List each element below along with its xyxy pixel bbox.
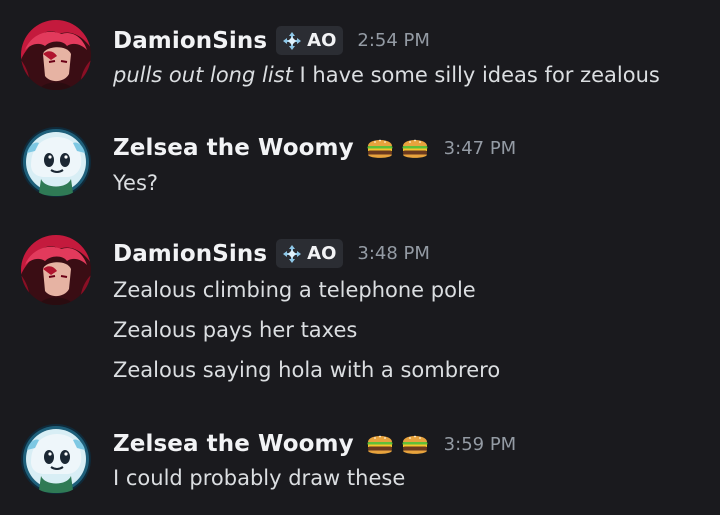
message-header: Zelsea the Woomy 3:47 PM xyxy=(113,133,516,163)
message-body: Zealous pays her taxes xyxy=(113,318,358,342)
hamburger-icon xyxy=(400,133,430,163)
avatar[interactable] xyxy=(21,20,91,90)
timestamp[interactable]: 3:48 PM xyxy=(357,243,430,264)
message-body: I have some silly ideas for zealous xyxy=(292,63,660,87)
message-text: pulls out long list I have some silly id… xyxy=(113,63,660,87)
username[interactable]: Zelsea the Woomy xyxy=(113,135,354,161)
timestamp[interactable]: 3:47 PM xyxy=(444,138,517,159)
timestamp[interactable]: 2:54 PM xyxy=(357,30,430,51)
hamburger-icon xyxy=(365,133,395,163)
server-tag[interactable]: AO xyxy=(276,26,344,55)
message-body: I could probably draw these xyxy=(113,466,406,490)
message-body: Zealous saying hola with a sombrero xyxy=(113,358,501,382)
username[interactable]: DamionSins xyxy=(113,241,267,267)
timestamp[interactable]: 3:59 PM xyxy=(444,434,517,455)
move-arrows-icon xyxy=(282,244,302,264)
italic-action-text: pulls out long list xyxy=(113,63,293,87)
message-header: Zelsea the Woomy 3:59 PM xyxy=(113,429,516,459)
server-tag[interactable]: AO xyxy=(276,239,344,268)
username[interactable]: DamionSins xyxy=(113,28,267,54)
message-body: Yes? xyxy=(113,171,159,195)
message-header: DamionSins AO 2:54 PM xyxy=(113,26,430,55)
avatar[interactable] xyxy=(21,424,91,494)
hamburger-icon xyxy=(365,429,395,459)
avatar[interactable] xyxy=(21,235,91,305)
move-arrows-icon xyxy=(282,31,302,51)
hamburger-icon xyxy=(400,429,430,459)
message-header: DamionSins AO 3:48 PM xyxy=(113,239,430,268)
avatar[interactable] xyxy=(21,127,91,197)
username[interactable]: Zelsea the Woomy xyxy=(113,431,354,457)
message-body: Zealous climbing a telephone pole xyxy=(113,278,476,302)
server-tag-label: AO xyxy=(307,30,337,51)
server-tag-label: AO xyxy=(307,243,337,264)
